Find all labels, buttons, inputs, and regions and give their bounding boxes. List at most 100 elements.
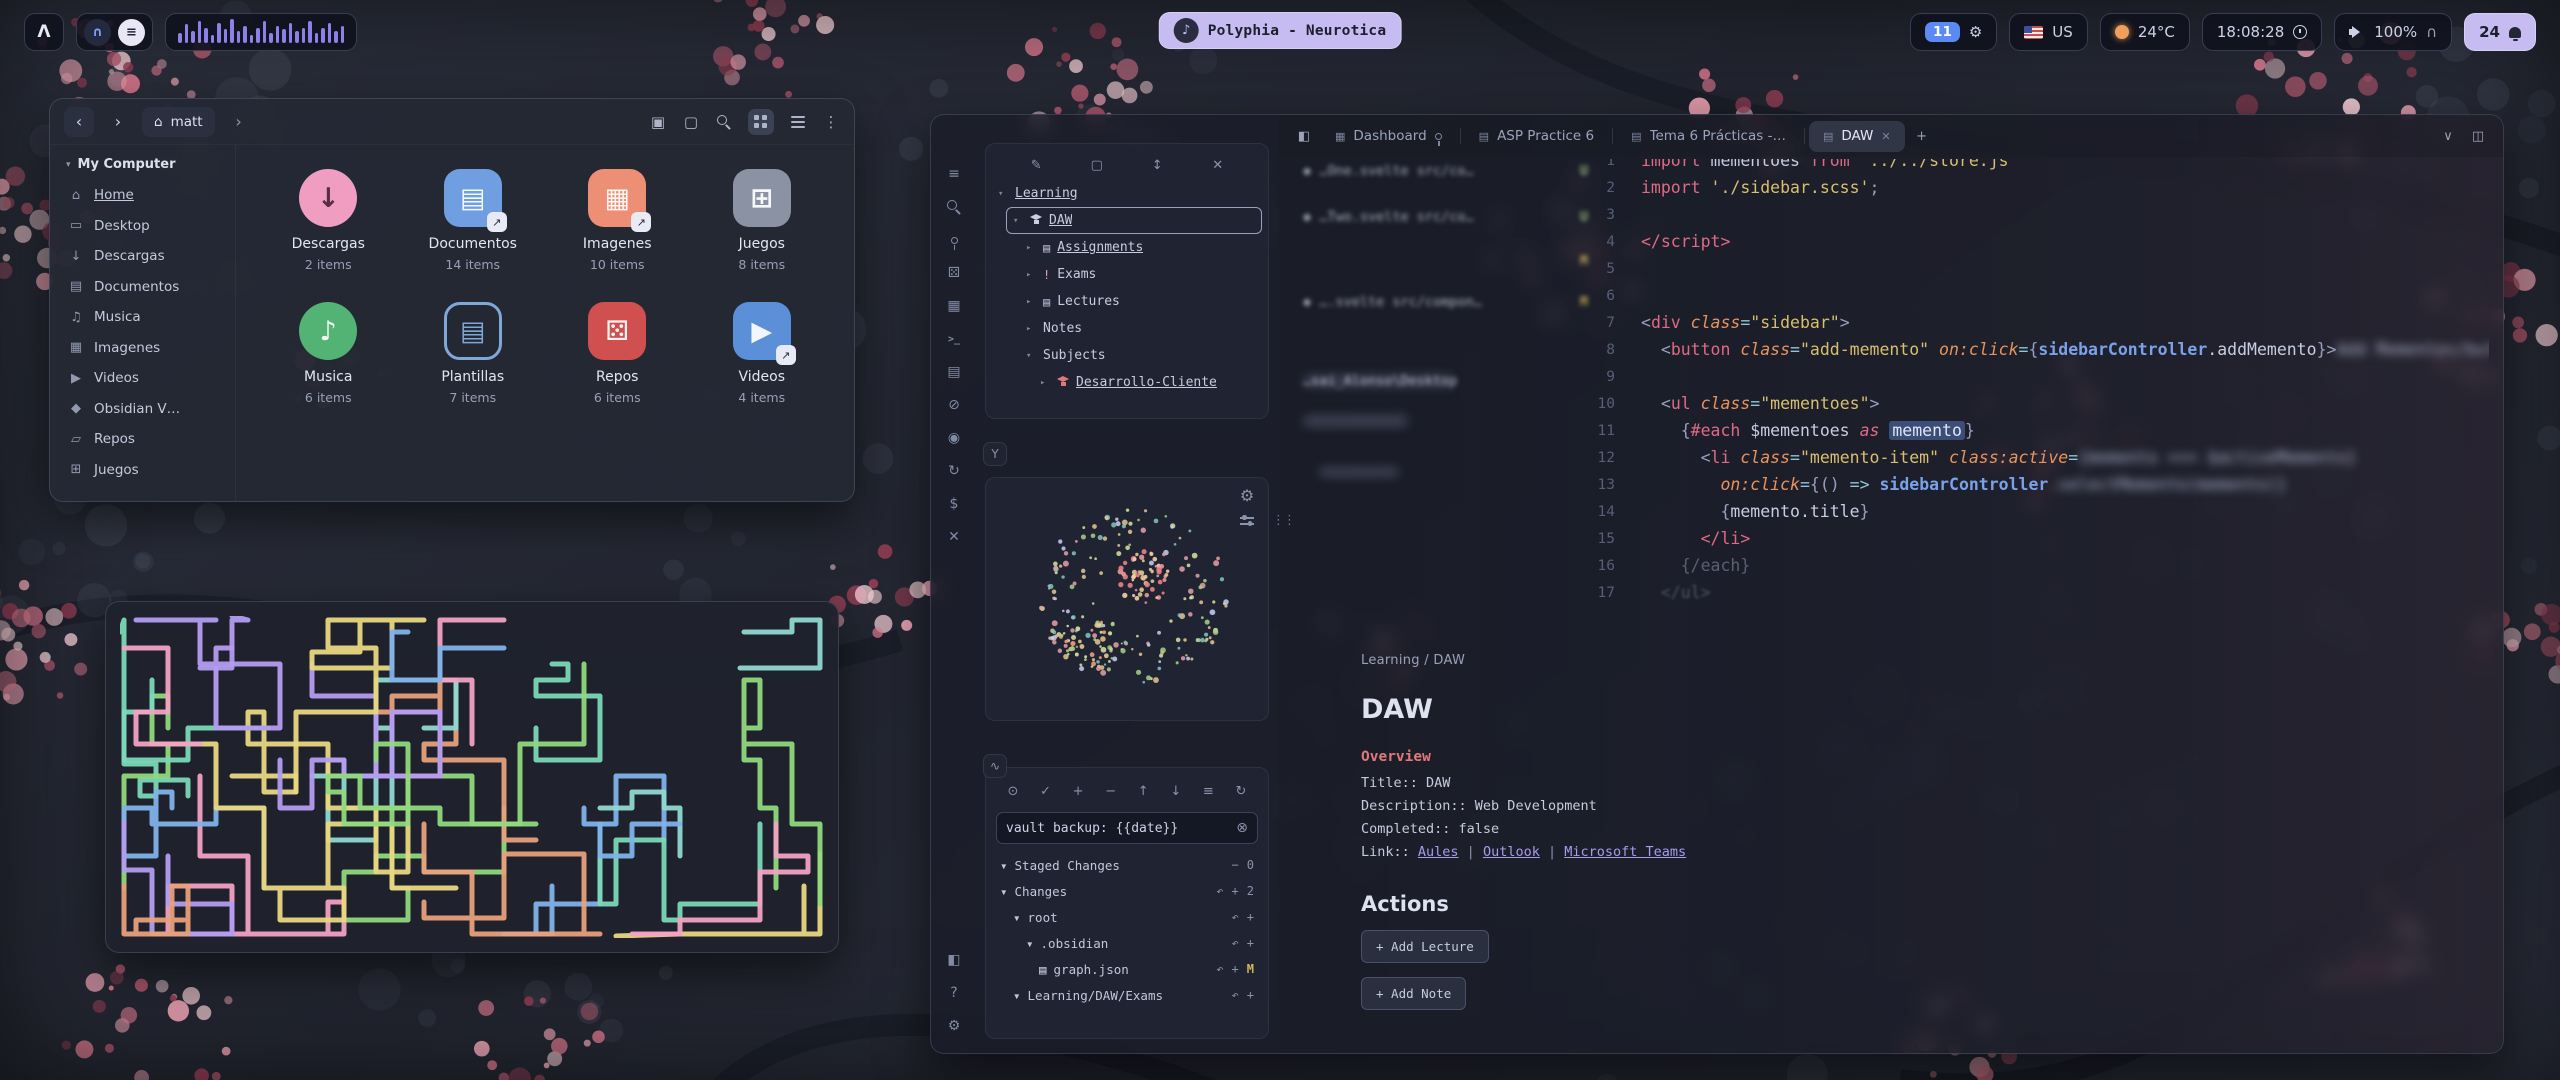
camera-icon[interactable]: ◉ — [941, 425, 967, 451]
grid-view-icon[interactable] — [748, 109, 774, 135]
folder-juegos[interactable]: ⊞Juegos8 items — [690, 157, 835, 280]
pin-icon[interactable] — [941, 227, 967, 253]
notes-icon[interactable]: ≡ — [118, 19, 145, 46]
folder-musica[interactable]: ♪Musica6 items — [256, 290, 401, 413]
git-badge[interactable]: ↶ — [1232, 936, 1239, 950]
git-badge[interactable]: − — [1232, 858, 1239, 872]
action-button--add-note[interactable]: + Add Note — [1361, 977, 1466, 1010]
sidebar-item-repos[interactable]: ▱Repos — [60, 424, 225, 455]
note-link-outlook[interactable]: Outlook — [1483, 844, 1540, 860]
clock-widget[interactable]: 18:08:28 — [2202, 13, 2322, 51]
git-row-actions[interactable]: ↶+ — [1232, 936, 1254, 950]
new-tab-button[interactable]: + — [1909, 123, 1935, 149]
folder-imagenes[interactable]: ▦↗Imagenes10 items — [545, 157, 690, 280]
headset-icon[interactable]: ∩ — [84, 19, 111, 46]
git-badge[interactable]: + — [1247, 936, 1254, 950]
terminal-icon[interactable]: >_ — [941, 326, 967, 352]
sidebar-section-title[interactable]: ▾My Computer — [60, 153, 225, 180]
clear-icon[interactable]: ⊗ — [1236, 820, 1248, 836]
close-tab-icon[interactable]: ✕ — [1881, 130, 1890, 143]
search-icon[interactable] — [715, 109, 733, 135]
folder-documentos[interactable]: ▤↗Documentos14 items — [401, 157, 546, 280]
new-note-icon[interactable]: ✎ — [1027, 152, 1045, 178]
sync-icon[interactable]: ↻ — [941, 458, 967, 484]
changelist-icon[interactable]: ≡ — [1199, 778, 1217, 804]
sidebar-item-videos[interactable]: ▶Videos — [60, 363, 225, 394]
tab-tema-6-pr-cticas-[interactable]: ▤Tema 6 Prácticas -… — [1617, 121, 1800, 152]
menu-icon[interactable]: ⋮ — [822, 109, 840, 135]
graph-filter-icon[interactable] — [1236, 510, 1258, 532]
graph-view[interactable] — [986, 478, 1268, 720]
push-icon[interactable]: ↑ — [1134, 778, 1152, 804]
git-badge[interactable]: M — [1247, 962, 1254, 976]
explorer-item-assignments[interactable]: ▸▤Assignments — [1020, 234, 1262, 261]
random-note-icon[interactable]: ✕ — [941, 524, 967, 550]
explorer-item-exams[interactable]: ▸!Exams — [1020, 261, 1262, 288]
git-badge[interactable]: + — [1232, 962, 1239, 976]
git-item-staged-changes[interactable]: ▾Staged Changes−0 — [994, 852, 1260, 878]
note-breadcrumb[interactable]: Learning / DAW — [1361, 653, 2141, 668]
explorer-item-desarrollo-cliente[interactable]: ▸Desarrollo-Cliente — [1034, 369, 1262, 396]
git-badge[interactable]: ↶ — [1232, 988, 1239, 1002]
git-row-actions[interactable]: −0 — [1232, 858, 1254, 872]
search-icon[interactable] — [941, 194, 967, 220]
book-icon[interactable]: ▤ — [941, 359, 967, 385]
git-badge[interactable]: + — [1247, 988, 1254, 1002]
note-link-microsoft-teams[interactable]: Microsoft Teams — [1564, 844, 1686, 860]
panel-resize-handle[interactable]: ⋮⋮ — [1272, 513, 1294, 528]
new-folder-icon[interactable]: ▢ — [1088, 152, 1106, 178]
help-icon[interactable]: ? — [941, 980, 967, 1006]
git-badge[interactable]: 2 — [1247, 884, 1254, 898]
git-badge[interactable]: ↶ — [1232, 910, 1239, 924]
back-button[interactable]: ‹ — [64, 107, 94, 137]
keyboard-layout-widget[interactable]: US — [2009, 13, 2088, 51]
git-row-actions[interactable]: ↶+M — [1216, 962, 1254, 976]
tab-asp-practice-6[interactable]: ▤ASP Practice 6 — [1465, 121, 1608, 152]
commit-message-input[interactable] — [1006, 821, 1230, 836]
files-icon[interactable]: ≡ — [941, 161, 967, 187]
sidebar-item-obsidian-v-[interactable]: ◆Obsidian V… — [60, 394, 225, 425]
sidebar-item-juegos[interactable]: ⊞Juegos — [60, 455, 225, 486]
explorer-item-daw[interactable]: ▾DAW — [1006, 207, 1262, 234]
dice-icon[interactable]: ⚄ — [941, 260, 967, 286]
breadcrumb[interactable]: ⌂ matt — [142, 107, 215, 137]
folder-repos[interactable]: ⚄Repos6 items — [545, 290, 690, 413]
now-playing-widget[interactable]: ♪ Polyphia - Neurotica — [1159, 12, 1402, 49]
git-item-changes[interactable]: ▾Changes↶+2 — [994, 878, 1260, 904]
git-badge[interactable]: ↶ — [1216, 884, 1223, 898]
explorer-item-subjects[interactable]: ▾Subjects — [1020, 342, 1262, 369]
notifications-widget[interactable]: 24 — [2464, 13, 2536, 51]
action-button--add-lecture[interactable]: + Add Lecture — [1361, 930, 1489, 963]
screenshot-icon[interactable]: ▣ — [649, 109, 667, 135]
note-link-aules[interactable]: Aules — [1418, 844, 1459, 860]
refresh-icon[interactable]: ↻ — [1232, 778, 1250, 804]
git-row-actions[interactable]: ↶ +2 — [1216, 884, 1254, 898]
currency-icon[interactable]: $ — [941, 491, 967, 517]
commit-graph-icon[interactable]: ⊙ — [1004, 778, 1022, 804]
git-item-learning-daw-exams[interactable]: ▾Learning/DAW/Exams↶+ — [994, 982, 1260, 1008]
git-item-graph-json[interactable]: ▤graph.json↶+M — [994, 956, 1260, 982]
folder-descargas[interactable]: ↓Descargas2 items — [256, 157, 401, 280]
sidebar-item-musica[interactable]: ♫Musica — [60, 302, 225, 333]
volume-widget[interactable]: 100% ∩ — [2334, 13, 2452, 51]
explorer-item-notes[interactable]: ▸Notes — [1020, 315, 1262, 342]
weather-widget[interactable]: 24°C — [2100, 13, 2190, 51]
updates-widget[interactable]: 11 ⚙ — [1910, 13, 1997, 51]
sidebar-item-descargas[interactable]: ↓Descargas — [60, 241, 225, 272]
launcher-button[interactable]: Λ — [24, 13, 64, 51]
git-branch-button[interactable]: Y — [983, 442, 1007, 466]
split-pane-icon[interactable]: ◫ — [2465, 123, 2491, 149]
new-folder-icon[interactable]: ▢ — [682, 109, 700, 135]
stage-all-icon[interactable]: + — [1069, 778, 1087, 804]
sidebar-toggle-icon[interactable]: ◧ — [1291, 123, 1317, 149]
tab-overflow-icon[interactable]: ∨ — [2435, 123, 2461, 149]
folder-plantillas[interactable]: ▤Plantillas7 items — [401, 290, 546, 413]
tab-daw[interactable]: ▤DAW✕ — [1809, 121, 1905, 152]
pull-icon[interactable]: ↓ — [1167, 778, 1185, 804]
v​ault-switcher-icon[interactable]: ◧ — [941, 947, 967, 973]
git-badge[interactable]: + — [1232, 884, 1239, 898]
git-item-root[interactable]: ▾root↶+ — [994, 904, 1260, 930]
broken-link-icon[interactable]: ⊘ — [941, 392, 967, 418]
settings-icon[interactable]: ⚙ — [941, 1013, 967, 1039]
sort-icon[interactable]: ↕ — [1148, 152, 1166, 178]
